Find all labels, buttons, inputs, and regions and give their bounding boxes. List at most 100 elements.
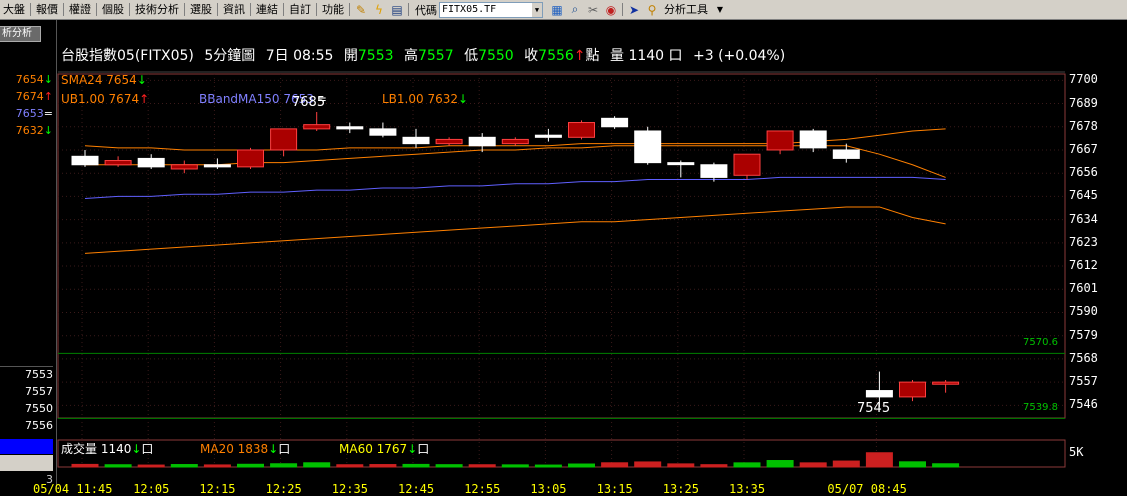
candle-body xyxy=(468,136,496,147)
x-tick-label: 13:15 xyxy=(596,482,633,496)
volume-bar xyxy=(237,463,264,468)
tools-icon[interactable]: ✂ xyxy=(585,2,601,18)
x-tick-label: 12:25 xyxy=(265,482,302,496)
left-quote-high: 7557 xyxy=(25,385,53,398)
cursor-icon[interactable]: ➤ xyxy=(626,2,642,18)
left-panel: 析分析 7654↓ 7674↑ 7653= 7632↓ 7553 7557 75… xyxy=(0,20,57,491)
menu-item-screener[interactable]: 選股 xyxy=(187,0,215,19)
volume-bar xyxy=(336,464,364,468)
change-value: +3 (+0.04%) xyxy=(692,48,786,64)
chevron-down-icon[interactable]: ▼ xyxy=(532,2,542,17)
price-panel-frame xyxy=(57,73,1066,419)
menu-separator xyxy=(283,3,284,16)
lightning-icon[interactable]: ϟ xyxy=(371,2,387,18)
magnifier-icon[interactable]: ⚲ xyxy=(644,2,660,18)
y-tick-label: 7689 xyxy=(1069,95,1098,110)
alert-icon[interactable]: ◉ xyxy=(603,2,619,18)
tab-analysis[interactable]: 析分析 xyxy=(0,26,41,42)
edit-icon[interactable]: ▤ xyxy=(389,2,405,18)
left-quote-close: 7556 xyxy=(25,419,53,432)
instrument-name: 台股指數05(FITX05) xyxy=(61,48,194,64)
y-tick-label: 7634 xyxy=(1069,211,1098,226)
menu-item-warrant[interactable]: 權證 xyxy=(66,0,94,19)
volume-bar xyxy=(733,462,761,468)
close-label: 收 xyxy=(524,48,539,64)
search-icon[interactable]: ⌕ xyxy=(567,2,583,18)
pencil-icon[interactable]: ✎ xyxy=(353,2,369,18)
open-label: 開 xyxy=(343,48,358,64)
left-quote-low: 7550 xyxy=(25,402,53,415)
chevron-down-icon[interactable]: ▼ xyxy=(712,2,728,18)
menu-item-functions[interactable]: 功能 xyxy=(319,0,347,19)
left-divider xyxy=(0,366,53,367)
left-blue-bar xyxy=(0,439,53,454)
y-tick-label: 7700 xyxy=(1069,72,1098,87)
candle-body xyxy=(170,164,198,170)
menu-item-stock[interactable]: 個股 xyxy=(99,0,127,19)
menu-item-custom[interactable]: 自訂 xyxy=(286,0,314,19)
volume-unit: 口 xyxy=(668,48,683,64)
volume-label: 量 xyxy=(609,48,624,64)
menu-item-technical[interactable]: 技術分析 xyxy=(132,0,182,19)
candle-body xyxy=(865,390,893,398)
x-tick-label: 12:55 xyxy=(464,482,501,496)
left-lb-value: 7632↓ xyxy=(15,124,53,137)
candle-body xyxy=(71,155,99,166)
y-tick-label: 7623 xyxy=(1069,234,1098,249)
low-annotation: 7545 xyxy=(857,401,891,416)
candle-body xyxy=(270,128,298,151)
candle-body xyxy=(799,130,827,149)
high-label: 高 xyxy=(403,48,418,64)
volume-bar xyxy=(634,461,662,468)
up-arrow-icon: ↑ xyxy=(573,48,586,64)
volume-bar xyxy=(799,462,827,468)
volume-bar xyxy=(534,464,562,468)
x-tick-label: 05/07 08:45 xyxy=(827,482,907,496)
volume-bar xyxy=(899,461,926,468)
chart-area[interactable]: 台股指數05(FITX05) 5分鐘圖 7日 08:55 開7553 高7557… xyxy=(33,20,1127,496)
upper-line-label: 7570.6 xyxy=(1023,337,1058,348)
code-input[interactable]: FITX05.TF ▼ xyxy=(439,1,543,18)
volume-bar xyxy=(601,462,629,468)
y-tick-label: 7557 xyxy=(1069,374,1098,389)
code-value: FITX05.TF xyxy=(442,3,497,15)
menu-item-quote[interactable]: 報價 xyxy=(33,0,61,19)
candle-body xyxy=(634,130,662,164)
menu-separator xyxy=(349,3,350,16)
menu-separator xyxy=(408,3,409,16)
y-tick-label: 7579 xyxy=(1069,327,1098,342)
volume-bar xyxy=(303,462,331,468)
menu-separator xyxy=(96,3,97,16)
menu-item-info[interactable]: 資訊 xyxy=(220,0,248,19)
low-value: 7550 xyxy=(478,48,514,64)
x-tick-label: 05/04 11:45 xyxy=(33,482,113,496)
x-tick-label: 13:25 xyxy=(662,482,699,496)
volume-indicator-label: 成交量 1140↓口 xyxy=(61,442,154,456)
candle-body xyxy=(137,157,165,168)
left-ub-value: 7674↑ xyxy=(15,90,53,103)
x-tick-label: 12:45 xyxy=(398,482,435,496)
menu-item-links[interactable]: 連結 xyxy=(253,0,281,19)
left-gray-bar xyxy=(0,455,53,471)
chart-icon[interactable]: ▦ xyxy=(549,2,565,18)
volume-bar xyxy=(932,463,960,468)
menu-separator xyxy=(217,3,218,16)
candle-body xyxy=(237,149,264,168)
menu-item-dapan[interactable]: 大盤 xyxy=(0,0,28,19)
high-value: 7557 xyxy=(417,48,454,64)
menu-separator xyxy=(316,3,317,16)
analysis-tools-menu[interactable]: 分析工具 xyxy=(661,0,711,19)
close-value: 7556 xyxy=(538,48,574,64)
left-quote-open: 7553 xyxy=(25,368,53,381)
volume-bar xyxy=(203,464,231,468)
lb-indicator-label: LB1.00 7632↓ xyxy=(382,92,469,106)
volume-bar xyxy=(865,452,893,468)
x-tick-label: 12:35 xyxy=(331,482,368,496)
candle-body xyxy=(402,136,430,145)
menu-separator xyxy=(63,3,64,16)
volume-bar xyxy=(137,464,165,468)
chart-period: 5分鐘圖 xyxy=(204,48,256,64)
candle-body xyxy=(568,122,595,138)
menu-separator xyxy=(250,3,251,16)
x-tick-label: 12:15 xyxy=(199,482,236,496)
